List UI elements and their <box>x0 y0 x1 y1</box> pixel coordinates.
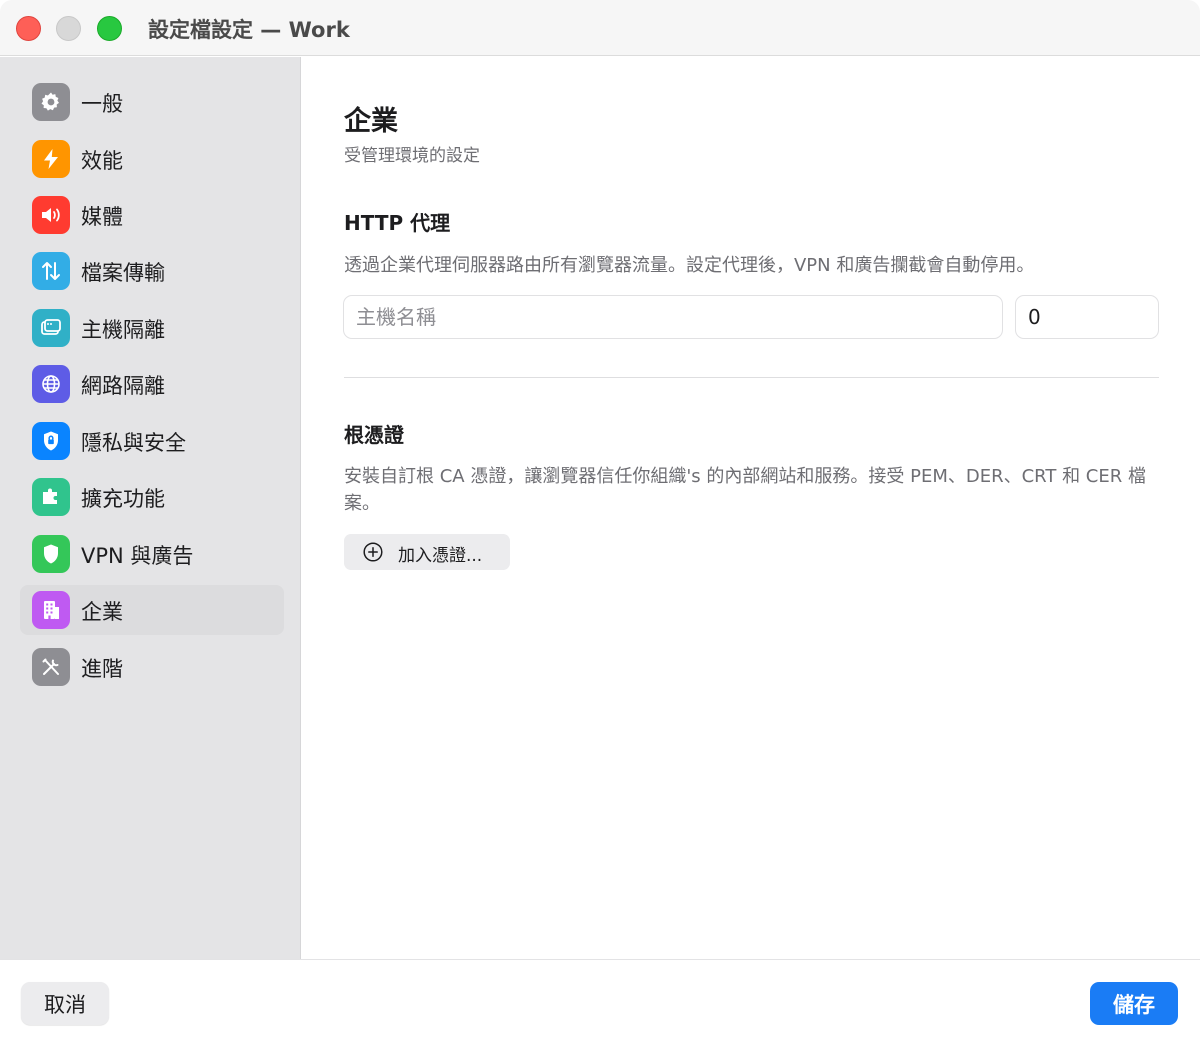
sidebar-item-label: 企業 <box>81 600 123 624</box>
cancel-button[interactable]: 取消 <box>21 982 109 1025</box>
sidebar-item-label: 進階 <box>81 657 123 681</box>
bolt-icon <box>32 140 70 178</box>
sidebar-item-label: 隱私與安全 <box>81 431 186 455</box>
tools-icon <box>32 648 70 686</box>
section-divider <box>344 377 1159 378</box>
page-subtitle: 受管理環境的設定 <box>344 146 480 166</box>
add-certificate-label: 加入憑證... <box>398 546 483 566</box>
sidebar-item-file-transfer[interactable]: 檔案傳輸 <box>20 246 284 296</box>
certs-section-title: 根憑證 <box>344 423 404 447</box>
sidebar-item-general[interactable]: 一般 <box>20 77 284 127</box>
sidebar-item-extensions[interactable]: 擴充功能 <box>20 472 284 522</box>
sidebar-item-label: 媒體 <box>81 205 123 229</box>
arrows-updown-icon <box>32 252 70 290</box>
window-icon <box>32 309 70 347</box>
proxy-port-input[interactable] <box>1015 295 1159 339</box>
footer-bar: 取消 儲存 <box>0 959 1200 1045</box>
plus-circle-icon <box>363 542 383 562</box>
minimize-window-button[interactable] <box>56 16 81 41</box>
window-title: 設定檔設定 — Work <box>148 18 350 42</box>
sidebar-item-label: 檔案傳輸 <box>81 261 165 285</box>
zoom-window-button[interactable] <box>97 16 122 41</box>
proxy-host-input[interactable] <box>343 295 1003 339</box>
sidebar-item-label: 一般 <box>81 92 123 116</box>
sidebar-item-media[interactable]: 媒體 <box>20 190 284 240</box>
sidebar-item-label: VPN 與廣告 <box>81 544 194 568</box>
add-certificate-button[interactable]: 加入憑證... <box>344 534 510 570</box>
title-bar: 設定檔設定 — Work <box>0 0 1200 56</box>
sidebar-item-network-isolation[interactable]: 網路隔離 <box>20 359 284 409</box>
lock-shield-icon <box>32 422 70 460</box>
content-pane: 企業 受管理環境的設定 HTTP 代理 透過企業代理伺服器路由所有瀏覽器流量。設… <box>302 57 1200 959</box>
close-window-button[interactable] <box>16 16 41 41</box>
sidebar-item-label: 主機隔離 <box>81 318 165 342</box>
building-icon <box>32 591 70 629</box>
certs-section-description: 安裝自訂根 CA 憑證，讓瀏覽器信任你組織's 的內部網站和服務。接受 PEM、… <box>344 466 1146 514</box>
sidebar-item-vpn-ads[interactable]: VPN 與廣告 <box>20 529 284 579</box>
sidebar-item-privacy-security[interactable]: 隱私與安全 <box>20 416 284 466</box>
puzzle-icon <box>32 478 70 516</box>
proxy-section-title: HTTP 代理 <box>344 211 451 235</box>
sidebar-item-label: 網路隔離 <box>81 374 165 398</box>
proxy-section-description: 透過企業代理伺服器路由所有瀏覽器流量。設定代理後，VPN 和廣告攔截會自動停用。 <box>344 255 1035 276</box>
sidebar-item-host-isolation[interactable]: 主機隔離 <box>20 303 284 353</box>
globe-icon <box>32 365 70 403</box>
sidebar-item-enterprise[interactable]: 企業 <box>20 585 284 635</box>
sidebar: 一般 效能 媒體 檔案傳輸 主機隔離 網路隔離 隱私與安全 擴充功能 VPN 與… <box>0 57 301 959</box>
shield-icon <box>32 535 70 573</box>
save-button[interactable]: 儲存 <box>1090 982 1178 1025</box>
sidebar-item-label: 效能 <box>81 149 123 173</box>
sidebar-item-advanced[interactable]: 進階 <box>20 642 284 692</box>
gear-icon <box>32 83 70 121</box>
speaker-icon <box>32 196 70 234</box>
settings-window: 設定檔設定 — Work 一般 效能 媒體 檔案傳輸 主機隔離 網路隔離 隱私與… <box>0 0 1200 1045</box>
page-title: 企業 <box>344 106 398 137</box>
sidebar-item-performance[interactable]: 效能 <box>20 134 284 184</box>
sidebar-item-label: 擴充功能 <box>81 487 165 511</box>
